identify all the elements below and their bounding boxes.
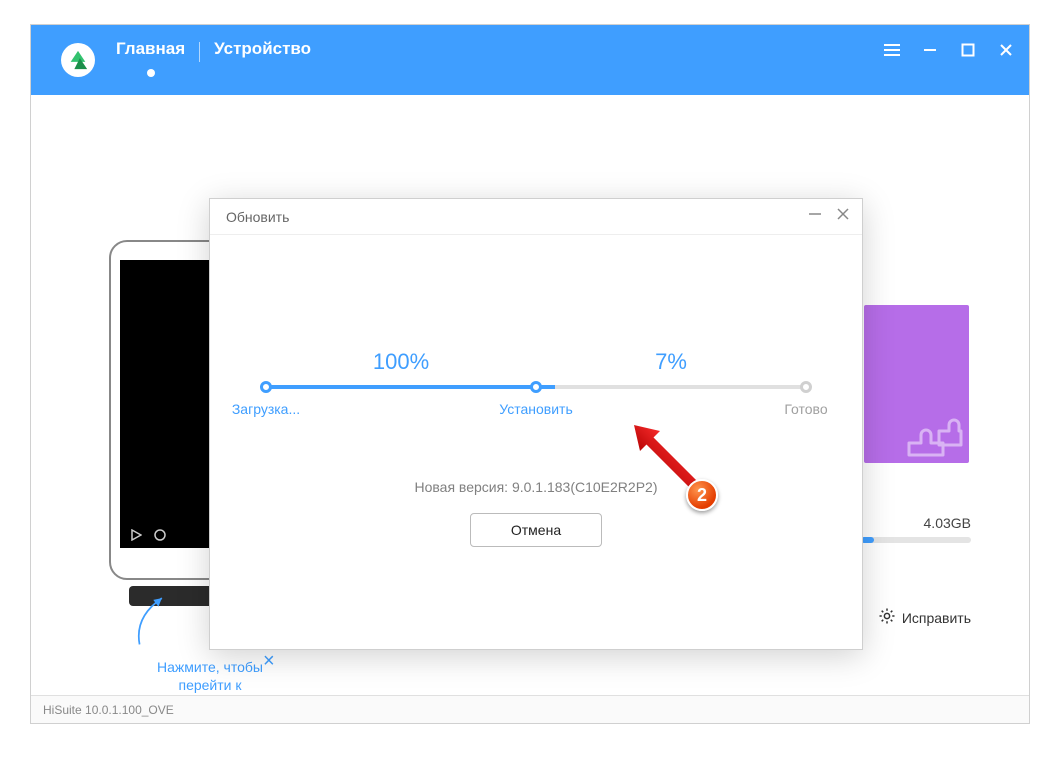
hint-close-icon[interactable]: ×: [263, 650, 275, 673]
close-icon[interactable]: [997, 41, 1015, 59]
dialog-title: Обновить: [210, 199, 862, 235]
percent-segment2: 7%: [655, 349, 687, 375]
minimize-icon[interactable]: [921, 41, 939, 59]
step-label-install: Установить: [499, 401, 572, 417]
step-label-download: Загрузка...: [232, 401, 300, 417]
play-icon[interactable]: [130, 529, 142, 544]
storage-size: 4.03GB: [861, 515, 971, 531]
fix-button[interactable]: Исправить: [878, 607, 971, 628]
nav-separator: [199, 42, 200, 62]
fix-label: Исправить: [902, 610, 971, 626]
update-dialog: Обновить 100% 7% Загрузка.: [209, 198, 863, 650]
app-window: Главная Устройство: [30, 24, 1030, 724]
nav-home-label: Главная: [116, 39, 185, 58]
window-controls: [883, 41, 1015, 59]
nav-device-label: Устройство: [214, 39, 311, 58]
status-bar: HiSuite 10.0.1.100_OVE: [31, 695, 1029, 723]
percent-segment1: 100%: [373, 349, 429, 375]
nav: Главная Устройство: [116, 39, 311, 65]
storage-info: 4.03GB: [861, 515, 971, 543]
header-bar: Главная Устройство: [31, 25, 1029, 95]
phone-circle-icon: [154, 529, 166, 544]
status-version: HiSuite 10.0.1.100_OVE: [43, 703, 174, 717]
gear-icon: [878, 607, 896, 628]
nav-home[interactable]: Главная: [116, 39, 185, 65]
step-label-done: Готово: [784, 401, 827, 417]
storage-bar: [861, 537, 971, 543]
dialog-close-icon[interactable]: [836, 207, 850, 226]
content-area: Нажмите, чтобы перейти к полноэкранной ×…: [31, 95, 1029, 695]
nav-active-indicator: [147, 69, 155, 77]
app-logo: [61, 43, 95, 77]
progress-node-install: [530, 381, 542, 393]
nav-device[interactable]: Устройство: [214, 39, 311, 65]
feature-tile[interactable]: [864, 305, 969, 463]
maximize-icon[interactable]: [959, 41, 977, 59]
puzzle-icon: [907, 415, 963, 457]
new-version-text: Новая версия: 9.0.1.183(C10E2R2P2): [210, 479, 862, 495]
progress-node-download: [260, 381, 272, 393]
dialog-minimize-icon[interactable]: [808, 207, 822, 226]
dialog-controls: [808, 207, 850, 226]
progress-node-done: [800, 381, 812, 393]
menu-icon[interactable]: [883, 41, 901, 59]
cancel-button[interactable]: Отмена: [470, 513, 602, 547]
track-fill-segment1: [266, 385, 536, 389]
progress-track: 100% 7% Загрузка... Установить Готово: [266, 385, 806, 389]
track-bg: 100% 7% Загрузка... Установить Готово: [266, 385, 806, 389]
